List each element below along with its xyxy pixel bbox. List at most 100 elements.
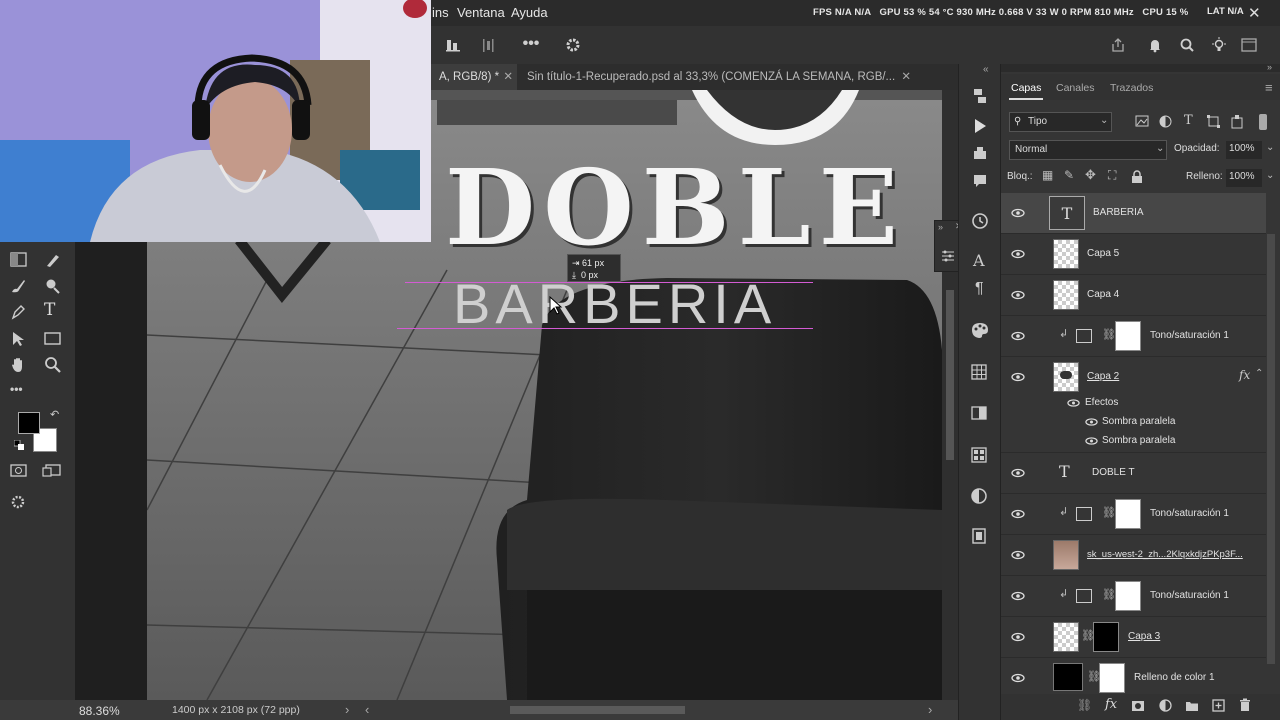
chevron-right-icon[interactable]: › (345, 702, 349, 717)
layer-mask-thumb[interactable] (1115, 499, 1141, 529)
layer-row[interactable]: ⛓ Relleno de color 1 (1001, 658, 1266, 699)
close-tab-icon[interactable]: ✕ (901, 64, 911, 90)
layer-mask-thumb[interactable] (1099, 663, 1125, 693)
visibility-eye-icon[interactable] (1011, 206, 1025, 220)
edit-toolbar-icon[interactable] (10, 494, 28, 510)
more-tools-icon[interactable]: ••• (10, 382, 23, 396)
visibility-eye-icon[interactable] (1011, 630, 1025, 644)
libraries-icon[interactable] (971, 528, 987, 544)
layer-row[interactable]: ⛓ Capa 3 (1001, 617, 1266, 658)
new-layer-icon[interactable] (1212, 699, 1225, 712)
rectangle-tool-icon[interactable] (44, 332, 62, 346)
filter-toggle[interactable] (1259, 114, 1267, 130)
visibility-eye-icon[interactable] (1011, 589, 1025, 603)
layer-row[interactable]: ↲ ⛓ Tono/saturación 1 (1001, 576, 1266, 617)
layer-row[interactable]: Capa 5 (1001, 234, 1266, 275)
visibility-eye-icon[interactable] (1011, 370, 1025, 384)
filter-pixel-icon[interactable] (1135, 115, 1149, 127)
lock-move-icon[interactable]: ✥ (1085, 167, 1096, 183)
layer-name[interactable]: Relleno de color 1 (1134, 672, 1215, 683)
vertical-scrollbar[interactable] (942, 90, 958, 700)
new-group-folder-icon[interactable] (1185, 700, 1199, 712)
new-adjustment-icon[interactable] (1159, 699, 1172, 712)
foreground-color-swatch-top[interactable] (18, 412, 40, 434)
scroll-right-icon[interactable]: › (928, 702, 932, 717)
link-chain-icon[interactable]: ⛓ (1102, 328, 1116, 341)
layers-scrollbar[interactable] (1267, 234, 1275, 664)
visibility-eye-icon[interactable] (1011, 288, 1025, 302)
menu-item-window-partial[interactable]: ins (432, 5, 449, 20)
smudge-tool-icon[interactable] (44, 252, 62, 268)
add-style-fx-icon[interactable]: fx (1105, 697, 1117, 712)
chevron-down-icon[interactable]: ⌄ (1266, 170, 1274, 181)
visibility-eye-icon[interactable] (1011, 548, 1025, 562)
workspace-icon[interactable] (1239, 35, 1259, 55)
visibility-eye-icon[interactable] (1085, 417, 1098, 427)
chevron-down-icon[interactable]: ⌄ (1266, 142, 1274, 153)
history-icon[interactable] (972, 88, 988, 104)
effect-item[interactable]: Sombra paralela (1102, 416, 1175, 427)
expand-icon[interactable]: » (938, 222, 943, 232)
link-chain-icon[interactable]: ⛓ (1102, 588, 1116, 601)
layer-name[interactable]: Capa 5 (1087, 248, 1119, 259)
dodge-tool-icon[interactable] (44, 278, 62, 294)
more-options-icon[interactable]: ••• (520, 34, 542, 54)
chevron-up-icon[interactable]: ⌃ (1255, 368, 1263, 379)
swatches-grid-icon[interactable] (971, 364, 987, 380)
align-bottom-icon[interactable] (444, 36, 462, 54)
filter-type-icon[interactable]: T (1184, 113, 1193, 128)
layer-name[interactable]: Tono/saturación 1 (1150, 330, 1229, 341)
fx-icon[interactable]: fx (1239, 368, 1250, 382)
tab-document-active[interactable]: A, RGB/8) * ✕ (431, 64, 517, 90)
notifications-bell-icon[interactable] (1145, 35, 1165, 55)
default-colors-icon[interactable] (14, 440, 24, 450)
swap-colors-icon[interactable]: ↶ (50, 408, 59, 421)
adjustments-icon[interactable] (971, 488, 987, 504)
layer-mask-thumb[interactable] (1115, 581, 1141, 611)
layer-name[interactable]: Capa 2 (1087, 371, 1119, 382)
link-chain-icon[interactable]: ⛓ (1102, 506, 1116, 519)
menu-item-ayuda[interactable]: Ayuda (511, 5, 548, 20)
screen-mode-icon[interactable] (42, 464, 62, 478)
pen-tool-icon[interactable] (10, 304, 28, 320)
patterns-icon[interactable] (971, 447, 987, 463)
zoom-tool-icon[interactable] (44, 356, 62, 374)
filter-smart-object-icon[interactable] (1231, 115, 1243, 129)
zoom-level[interactable]: 88.36% (79, 704, 120, 718)
visibility-eye-icon[interactable] (1011, 466, 1025, 480)
fill-field[interactable]: 100% (1226, 169, 1262, 187)
close-tab-icon[interactable]: ✕ (503, 64, 513, 90)
effect-item[interactable]: Sombra paralela (1102, 435, 1175, 446)
visibility-eye-icon[interactable] (1011, 247, 1025, 261)
horizontal-scroll-thumb[interactable] (510, 706, 685, 714)
layer-name[interactable]: Tono/saturación 1 (1150, 590, 1229, 601)
character-icon[interactable]: A (973, 251, 985, 270)
layer-row[interactable]: ↲ ⛓ Tono/saturación 1 (1001, 316, 1266, 357)
layer-row[interactable]: T BARBERIA (1001, 193, 1266, 234)
layer-row[interactable]: ↲ ⛓ Tono/saturación 1 (1001, 494, 1266, 535)
visibility-eye-icon[interactable] (1011, 329, 1025, 343)
tab-layers[interactable]: Capas (1011, 82, 1041, 94)
visibility-eye-icon[interactable] (1011, 507, 1025, 521)
effects-label[interactable]: Efectos (1085, 397, 1118, 408)
collapse-panels-icon[interactable]: « (983, 64, 989, 75)
panel-menu-icon[interactable]: ≡ (1265, 80, 1273, 95)
layer-row[interactable]: T DOBLE T (1001, 453, 1266, 494)
layer-name[interactable]: sk_us-west-2_zh...2KlqxkdjzPKp3F... (1087, 549, 1243, 560)
color-palette-icon[interactable] (971, 322, 989, 338)
layer-row[interactable]: sk_us-west-2_zh...2KlqxkdjzPKp3F... (1001, 535, 1266, 576)
layer-name[interactable]: DOBLE T (1092, 467, 1135, 478)
collapse-icon[interactable]: » (1267, 62, 1272, 72)
tab-document[interactable]: Sin título-1-Recuperado.psd al 33,3% (CO… (519, 64, 919, 90)
history-clock-icon[interactable] (971, 212, 989, 230)
layer-name[interactable]: BARBERIA (1093, 207, 1144, 218)
visibility-eye-icon[interactable] (1085, 436, 1098, 446)
menu-item-ventana[interactable]: Ventana (457, 5, 505, 20)
filter-shape-icon[interactable] (1207, 115, 1220, 128)
gear-icon[interactable] (563, 35, 583, 55)
distribute-icon[interactable] (479, 36, 497, 54)
layer-row[interactable]: Capa 4 (1001, 275, 1266, 316)
layer-name[interactable]: Capa 3 (1128, 631, 1160, 642)
layer-name[interactable]: Tono/saturación 1 (1150, 508, 1229, 519)
brush-settings-icon[interactable] (973, 146, 987, 160)
